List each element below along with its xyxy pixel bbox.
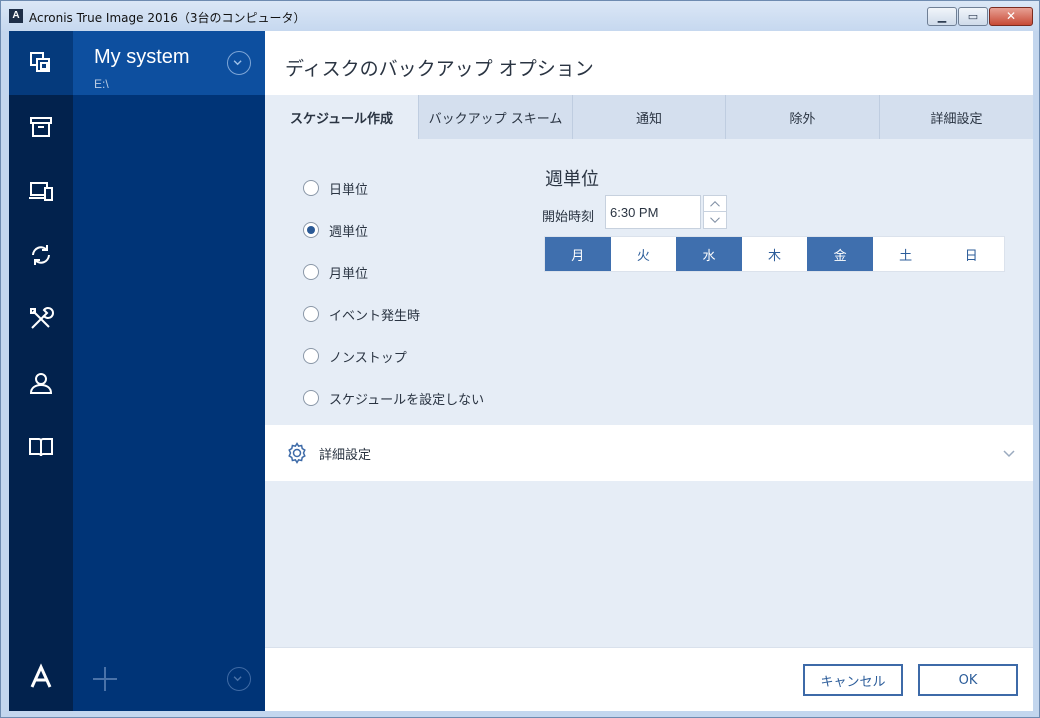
schedule-option-none[interactable]: スケジュールを設定しない [303, 377, 484, 419]
add-backup-button[interactable] [91, 665, 119, 693]
time-down-button[interactable] [704, 212, 726, 228]
schedule-option-daily[interactable]: 日単位 [303, 167, 484, 209]
tab-backup-scheme[interactable]: バックアップ スキーム [419, 95, 573, 139]
close-icon: ✕ [1005, 9, 1017, 23]
rail-item-help[interactable] [9, 415, 73, 479]
radio-label: スケジュールを設定しない [329, 392, 485, 408]
chevron-down-icon [1001, 445, 1017, 461]
rail-item-devices[interactable] [9, 159, 73, 223]
day-friday[interactable]: 金 [807, 237, 873, 271]
chevron-up-icon [710, 200, 720, 207]
window-title: Acronis True Image 2016（3台のコンピュータ） [29, 11, 306, 25]
source-header[interactable]: My system E:\ [73, 31, 265, 95]
chevron-down-icon [710, 217, 720, 223]
dialog-footer: キャンセル OK [265, 647, 1033, 711]
radio-weekly[interactable] [303, 222, 319, 238]
chevron-down-icon [233, 60, 242, 66]
options-header: ディスクのバックアップ オプション [265, 31, 1033, 95]
advanced-settings-row[interactable]: 詳細設定 [265, 425, 1033, 481]
schedule-option-event[interactable]: イベント発生時 [303, 293, 484, 335]
ok-button[interactable]: OK [918, 664, 1018, 696]
nav-rail [9, 31, 73, 711]
radio-nonstop[interactable] [303, 348, 319, 364]
day-saturday[interactable]: 土 [872, 237, 939, 271]
source-title: My system [94, 46, 190, 68]
acronis-logo-icon [30, 663, 52, 688]
window-controls: ▁ ▭ ✕ [926, 7, 1033, 26]
app-window: A Acronis True Image 2016（3台のコンピュータ） ▁ ▭… [0, 0, 1040, 718]
radio-no-schedule[interactable] [303, 390, 319, 406]
tab-exclusions[interactable]: 除外 [726, 95, 880, 139]
tab-schedule[interactable]: スケジュール作成 [265, 95, 419, 139]
close-button[interactable]: ✕ [989, 7, 1033, 26]
radio-label: ノンストップ [329, 350, 407, 366]
source-expand-button[interactable] [227, 51, 251, 75]
devices-icon [29, 182, 53, 201]
schedule-options: 日単位 週単位 月単位 イベント発生時 ノンストップ スケジュールを設定しない [303, 167, 484, 419]
source-path: E:\ [94, 77, 109, 91]
acronis-app-icon: A [9, 9, 23, 23]
start-time-label: 開始時刻 [542, 210, 595, 225]
rail-item-archive[interactable] [9, 95, 73, 159]
radio-monthly[interactable] [303, 264, 319, 280]
cancel-button[interactable]: キャンセル [803, 664, 903, 696]
radio-event[interactable] [303, 306, 319, 322]
schedule-option-monthly[interactable]: 月単位 [303, 251, 484, 293]
backup-source-panel: My system E:\ [73, 31, 265, 711]
add-options-button[interactable] [227, 667, 251, 691]
tab-notifications[interactable]: 通知 [573, 95, 726, 139]
radio-label: 月単位 [329, 266, 369, 282]
weekday-selector: 月 火 水 木 金 土 日 [544, 236, 1005, 272]
sync-icon [32, 245, 50, 265]
backup-icon [30, 52, 50, 72]
plus-icon [93, 667, 117, 691]
tab-advanced[interactable]: 詳細設定 [880, 95, 1033, 139]
maximize-button[interactable]: ▭ [958, 7, 988, 26]
radio-label: イベント発生時 [329, 308, 421, 324]
day-tuesday[interactable]: 火 [610, 237, 677, 271]
rail-item-backup[interactable] [9, 31, 73, 95]
account-icon [29, 373, 53, 394]
rail-item-tools[interactable] [9, 287, 73, 351]
advanced-settings-label: 詳細設定 [319, 448, 372, 463]
day-monday[interactable]: 月 [545, 237, 611, 271]
page-title: ディスクのバックアップ オプション [285, 58, 594, 80]
options-tabs: スケジュール作成 バックアップ スキーム 通知 除外 詳細設定 [265, 95, 1033, 139]
gear-icon [285, 441, 309, 465]
archive-icon [30, 117, 52, 137]
maximize-icon: ▭ [967, 10, 979, 23]
tools-icon [30, 307, 54, 329]
schedule-option-weekly[interactable]: 週単位 [303, 209, 484, 251]
start-time-input[interactable]: 6:30 PM [605, 195, 701, 229]
weekly-section-title: 週単位 [545, 169, 599, 190]
help-book-icon [29, 438, 53, 457]
minimize-icon: ▁ [937, 10, 947, 23]
radio-label: 日単位 [329, 182, 369, 198]
time-up-button[interactable] [704, 196, 726, 212]
day-sunday[interactable]: 日 [938, 237, 1005, 271]
title-bar[interactable]: A Acronis True Image 2016（3台のコンピュータ） ▁ ▭… [1, 1, 1039, 31]
rail-item-account[interactable] [9, 351, 73, 415]
radio-label: 週単位 [329, 224, 369, 240]
options-panel: ディスクのバックアップ オプション スケジュール作成 バックアップ スキーム 通… [265, 31, 1033, 711]
acronis-logo[interactable] [9, 645, 73, 709]
time-stepper [703, 195, 727, 229]
day-thursday[interactable]: 木 [741, 237, 808, 271]
schedule-option-nonstop[interactable]: ノンストップ [303, 335, 484, 377]
chevron-down-icon [233, 676, 242, 682]
day-wednesday[interactable]: 水 [676, 237, 742, 271]
rail-item-sync[interactable] [9, 223, 73, 287]
radio-daily[interactable] [303, 180, 319, 196]
minimize-button[interactable]: ▁ [927, 7, 957, 26]
